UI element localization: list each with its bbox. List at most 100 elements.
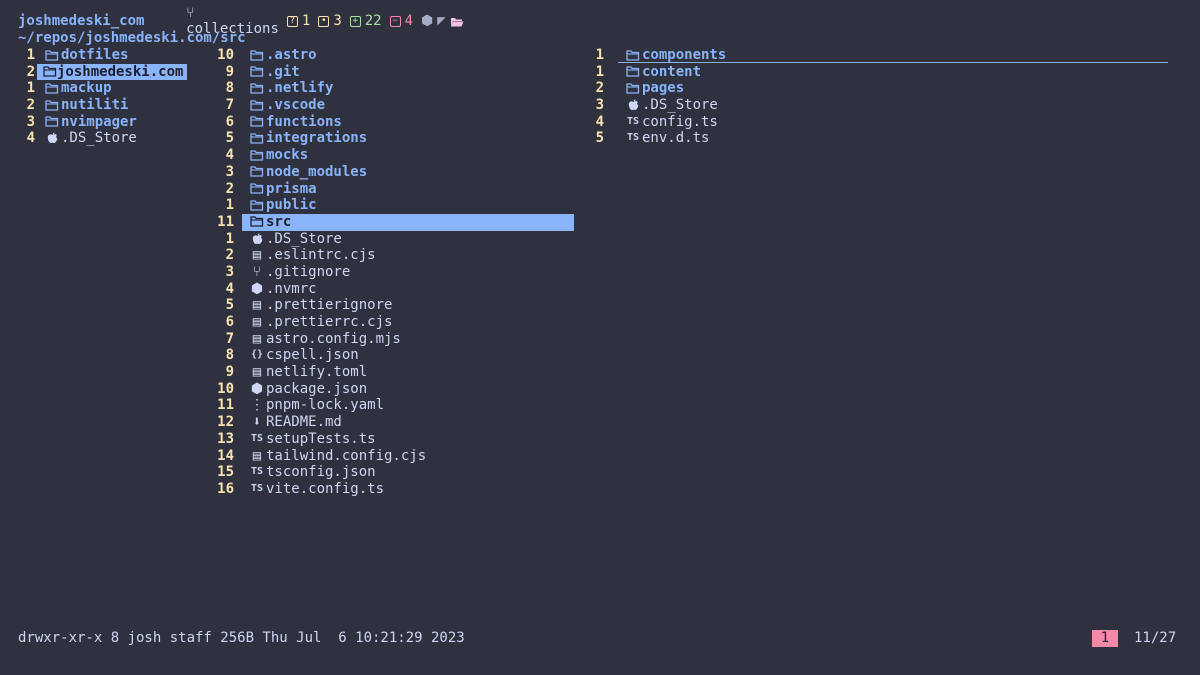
list-item[interactable]: 1 public: [205, 197, 585, 214]
list-item[interactable]: 16 TS vite.config.ts: [205, 481, 585, 498]
list-item[interactable]: 8 {} cspell.json: [205, 347, 585, 364]
directory-name: .astro: [266, 47, 317, 63]
node-icon: ⬢: [250, 380, 264, 397]
entry: functions: [248, 114, 346, 131]
folder-open-icon: [450, 16, 464, 27]
list-item[interactable]: 2 ▤ .eslintrc.cjs: [205, 247, 585, 264]
line-number: 2: [26, 97, 35, 114]
preview-cursor-line: [618, 62, 1168, 63]
user-host: joshmedeski_com: [18, 13, 145, 29]
list-item[interactable]: 7 .vscode: [205, 97, 585, 114]
list-item[interactable]: 6 functions: [205, 114, 585, 131]
list-item[interactable]: 5 ▤ .prettierignore: [205, 297, 585, 314]
directory-name: nutiliti: [61, 97, 129, 114]
tab-badge[interactable]: 1: [1092, 630, 1118, 647]
line-number: 6: [225, 113, 234, 130]
apple-icon: [43, 130, 61, 147]
directory-name: dotfiles: [61, 47, 129, 63]
list-item[interactable]: 1 content: [585, 64, 1168, 81]
line-number: 5: [595, 130, 604, 147]
list-item[interactable]: 7 ▤ astro.config.mjs: [205, 331, 585, 348]
list-item[interactable]: 1 mackup: [18, 80, 202, 97]
list-item[interactable]: 12 ⬇ README.md: [205, 414, 585, 431]
entry: ⋮ pnpm-lock.yaml: [248, 397, 388, 414]
added-icon: +: [349, 15, 361, 27]
file-name: README.md: [266, 414, 342, 431]
list-item[interactable]: 10 ⬢ package.json: [205, 381, 585, 398]
file-icon: ▤: [252, 447, 262, 464]
file-name: env.d.ts: [642, 130, 710, 147]
directory-name: .vscode: [266, 97, 326, 114]
list-item[interactable]: 14 ▤ tailwind.config.cjs: [205, 448, 585, 465]
list-item[interactable]: 1 .DS_Store: [205, 231, 585, 248]
list-item[interactable]: 3 .DS_Store: [585, 97, 1168, 114]
folder-icon: [248, 80, 266, 97]
file-name: tailwind.config.cjs: [266, 447, 427, 464]
line-number: 2: [26, 63, 35, 80]
line-number: 1: [595, 63, 604, 80]
list-item[interactable]: 15 TS tsconfig.json: [205, 464, 585, 481]
list-item[interactable]: 11 ⋮ pnpm-lock.yaml: [205, 397, 585, 414]
folder-icon: [248, 130, 266, 147]
list-item[interactable]: 2 pages: [585, 80, 1168, 97]
entry: public: [248, 197, 321, 214]
folder-icon: [248, 164, 266, 181]
list-item[interactable]: 9 ▤ netlify.toml: [205, 364, 585, 381]
list-item[interactable]: 1 dotfiles: [18, 47, 202, 64]
entry: integrations: [248, 130, 371, 147]
list-item[interactable]: 8 .netlify: [205, 80, 585, 97]
line-number: 6: [225, 314, 234, 330]
node-icon: ⬢: [250, 280, 264, 297]
line-number: 4: [225, 280, 234, 297]
list-item[interactable]: 5 TS env.d.ts: [585, 130, 1168, 147]
list-item[interactable]: 5 integrations: [205, 130, 585, 147]
folder-icon: [43, 114, 61, 131]
line-number: 2: [225, 247, 234, 264]
list-item[interactable]: 9 .git: [205, 64, 585, 81]
modified-icon: •: [318, 15, 330, 27]
directory-name: prisma: [266, 180, 317, 197]
line-number: 1: [595, 47, 604, 63]
entry: .DS_Store: [43, 130, 141, 147]
folder-icon: [248, 214, 266, 231]
parent-directory-column: 1 dotfiles 2 joshmedeski.com 1 mackup 2 nutilit…: [18, 47, 202, 147]
directory-name: mocks: [266, 147, 309, 164]
current-directory-column: 10 .astro 9 .git 8 .netlify 7 .vscode 6 functions…: [205, 47, 585, 498]
cursor-position: 11/27: [1134, 630, 1177, 646]
list-item[interactable]: 4 mocks: [205, 147, 585, 164]
file-icon: ▤: [252, 247, 262, 264]
file-name: .DS_Store: [642, 97, 718, 114]
list-item[interactable]: 4 .DS_Store: [18, 130, 202, 147]
entry: ▤ .prettierrc.cjs: [248, 314, 396, 331]
entry: prisma: [248, 181, 321, 198]
directory-name: .git: [266, 63, 300, 80]
directory-name: content: [642, 63, 702, 80]
list-item[interactable]: 6 ▤ .prettierrc.cjs: [205, 314, 585, 331]
entry: .DS_Store: [248, 231, 346, 248]
list-item[interactable]: 3 node_modules: [205, 164, 585, 181]
list-item[interactable]: 10 .astro: [205, 47, 585, 64]
entry: ⬇ README.md: [248, 414, 346, 431]
directory-name: src: [266, 213, 292, 230]
list-item[interactable]: 2 joshmedeski.com: [18, 63, 202, 81]
line-number: 1: [225, 197, 234, 214]
line-number: 8: [225, 347, 234, 364]
line-number: 5: [225, 297, 234, 314]
entry: ⬢ .nvmrc: [248, 281, 321, 298]
list-item[interactable]: 4 ⬢ .nvmrc: [205, 281, 585, 298]
line-number: 7: [225, 330, 234, 347]
line-number: 11: [217, 397, 234, 414]
list-item[interactable]: 3 ⑂ .gitignore: [205, 264, 585, 281]
list-item[interactable]: 11 src: [205, 213, 585, 231]
list-item[interactable]: 3 nvimpager: [18, 114, 202, 131]
list-item[interactable]: 4 TS config.ts: [585, 114, 1168, 131]
directory-name: pages: [642, 80, 685, 97]
folder-icon: [248, 147, 266, 164]
list-item[interactable]: 13 TS setupTests.ts: [205, 431, 585, 448]
file-icon: ▤: [252, 330, 262, 347]
entry: pages: [624, 80, 688, 97]
file-icon: ▤: [252, 364, 262, 381]
list-item[interactable]: 2 nutiliti: [18, 97, 202, 114]
modified-count: • 3: [318, 13, 342, 30]
list-item[interactable]: 2 prisma: [205, 181, 585, 198]
